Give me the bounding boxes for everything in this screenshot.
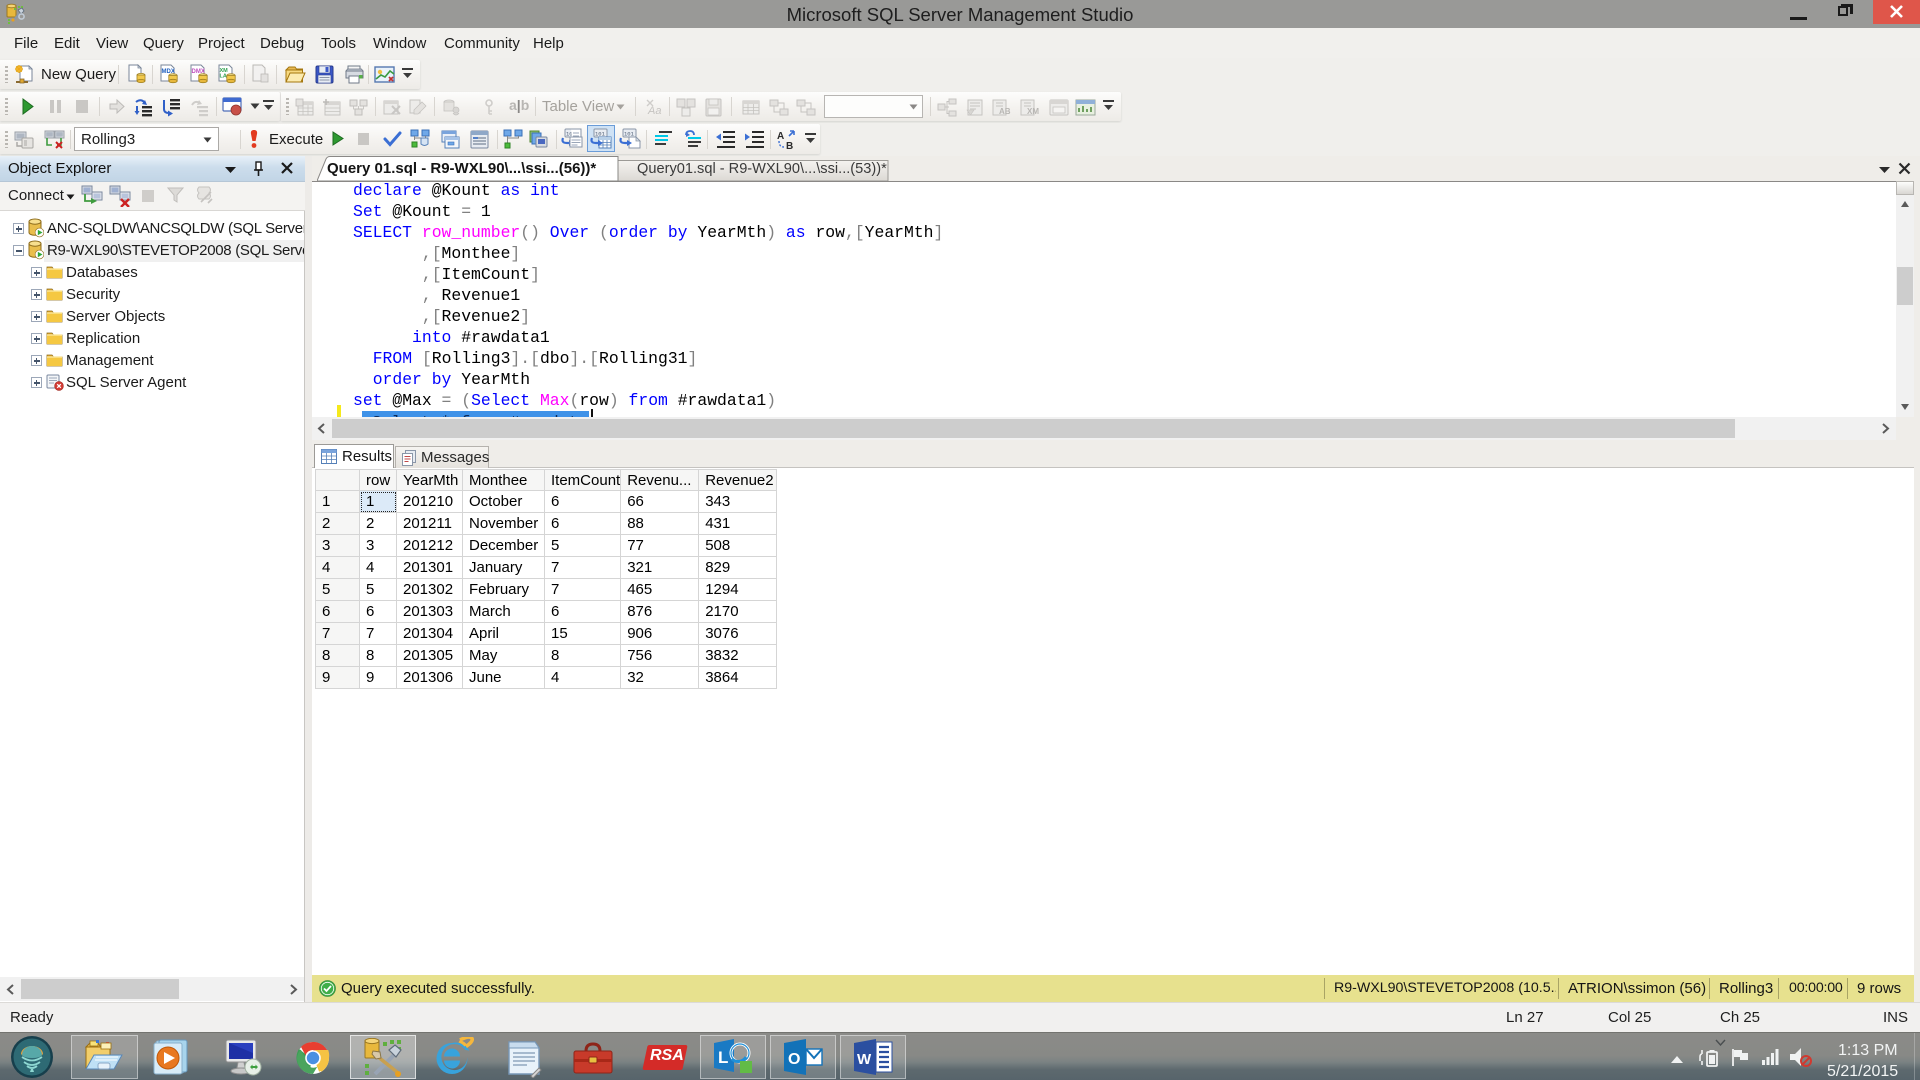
svg-text:LA: LA <box>220 74 227 80</box>
svg-text:XM: XM <box>1027 107 1039 116</box>
svg-text:101: 101 <box>595 131 606 138</box>
svg-text:101: 101 <box>624 131 635 138</box>
svg-text:W: W <box>857 1051 872 1068</box>
svg-text:A: A <box>777 131 784 142</box>
svg-text:B: B <box>786 141 793 150</box>
svg-text:Aa: Aa <box>647 105 661 116</box>
svg-text:AB: AB <box>999 107 1011 116</box>
svg-text:L: L <box>718 1048 728 1067</box>
svg-text:O: O <box>788 1051 800 1068</box>
